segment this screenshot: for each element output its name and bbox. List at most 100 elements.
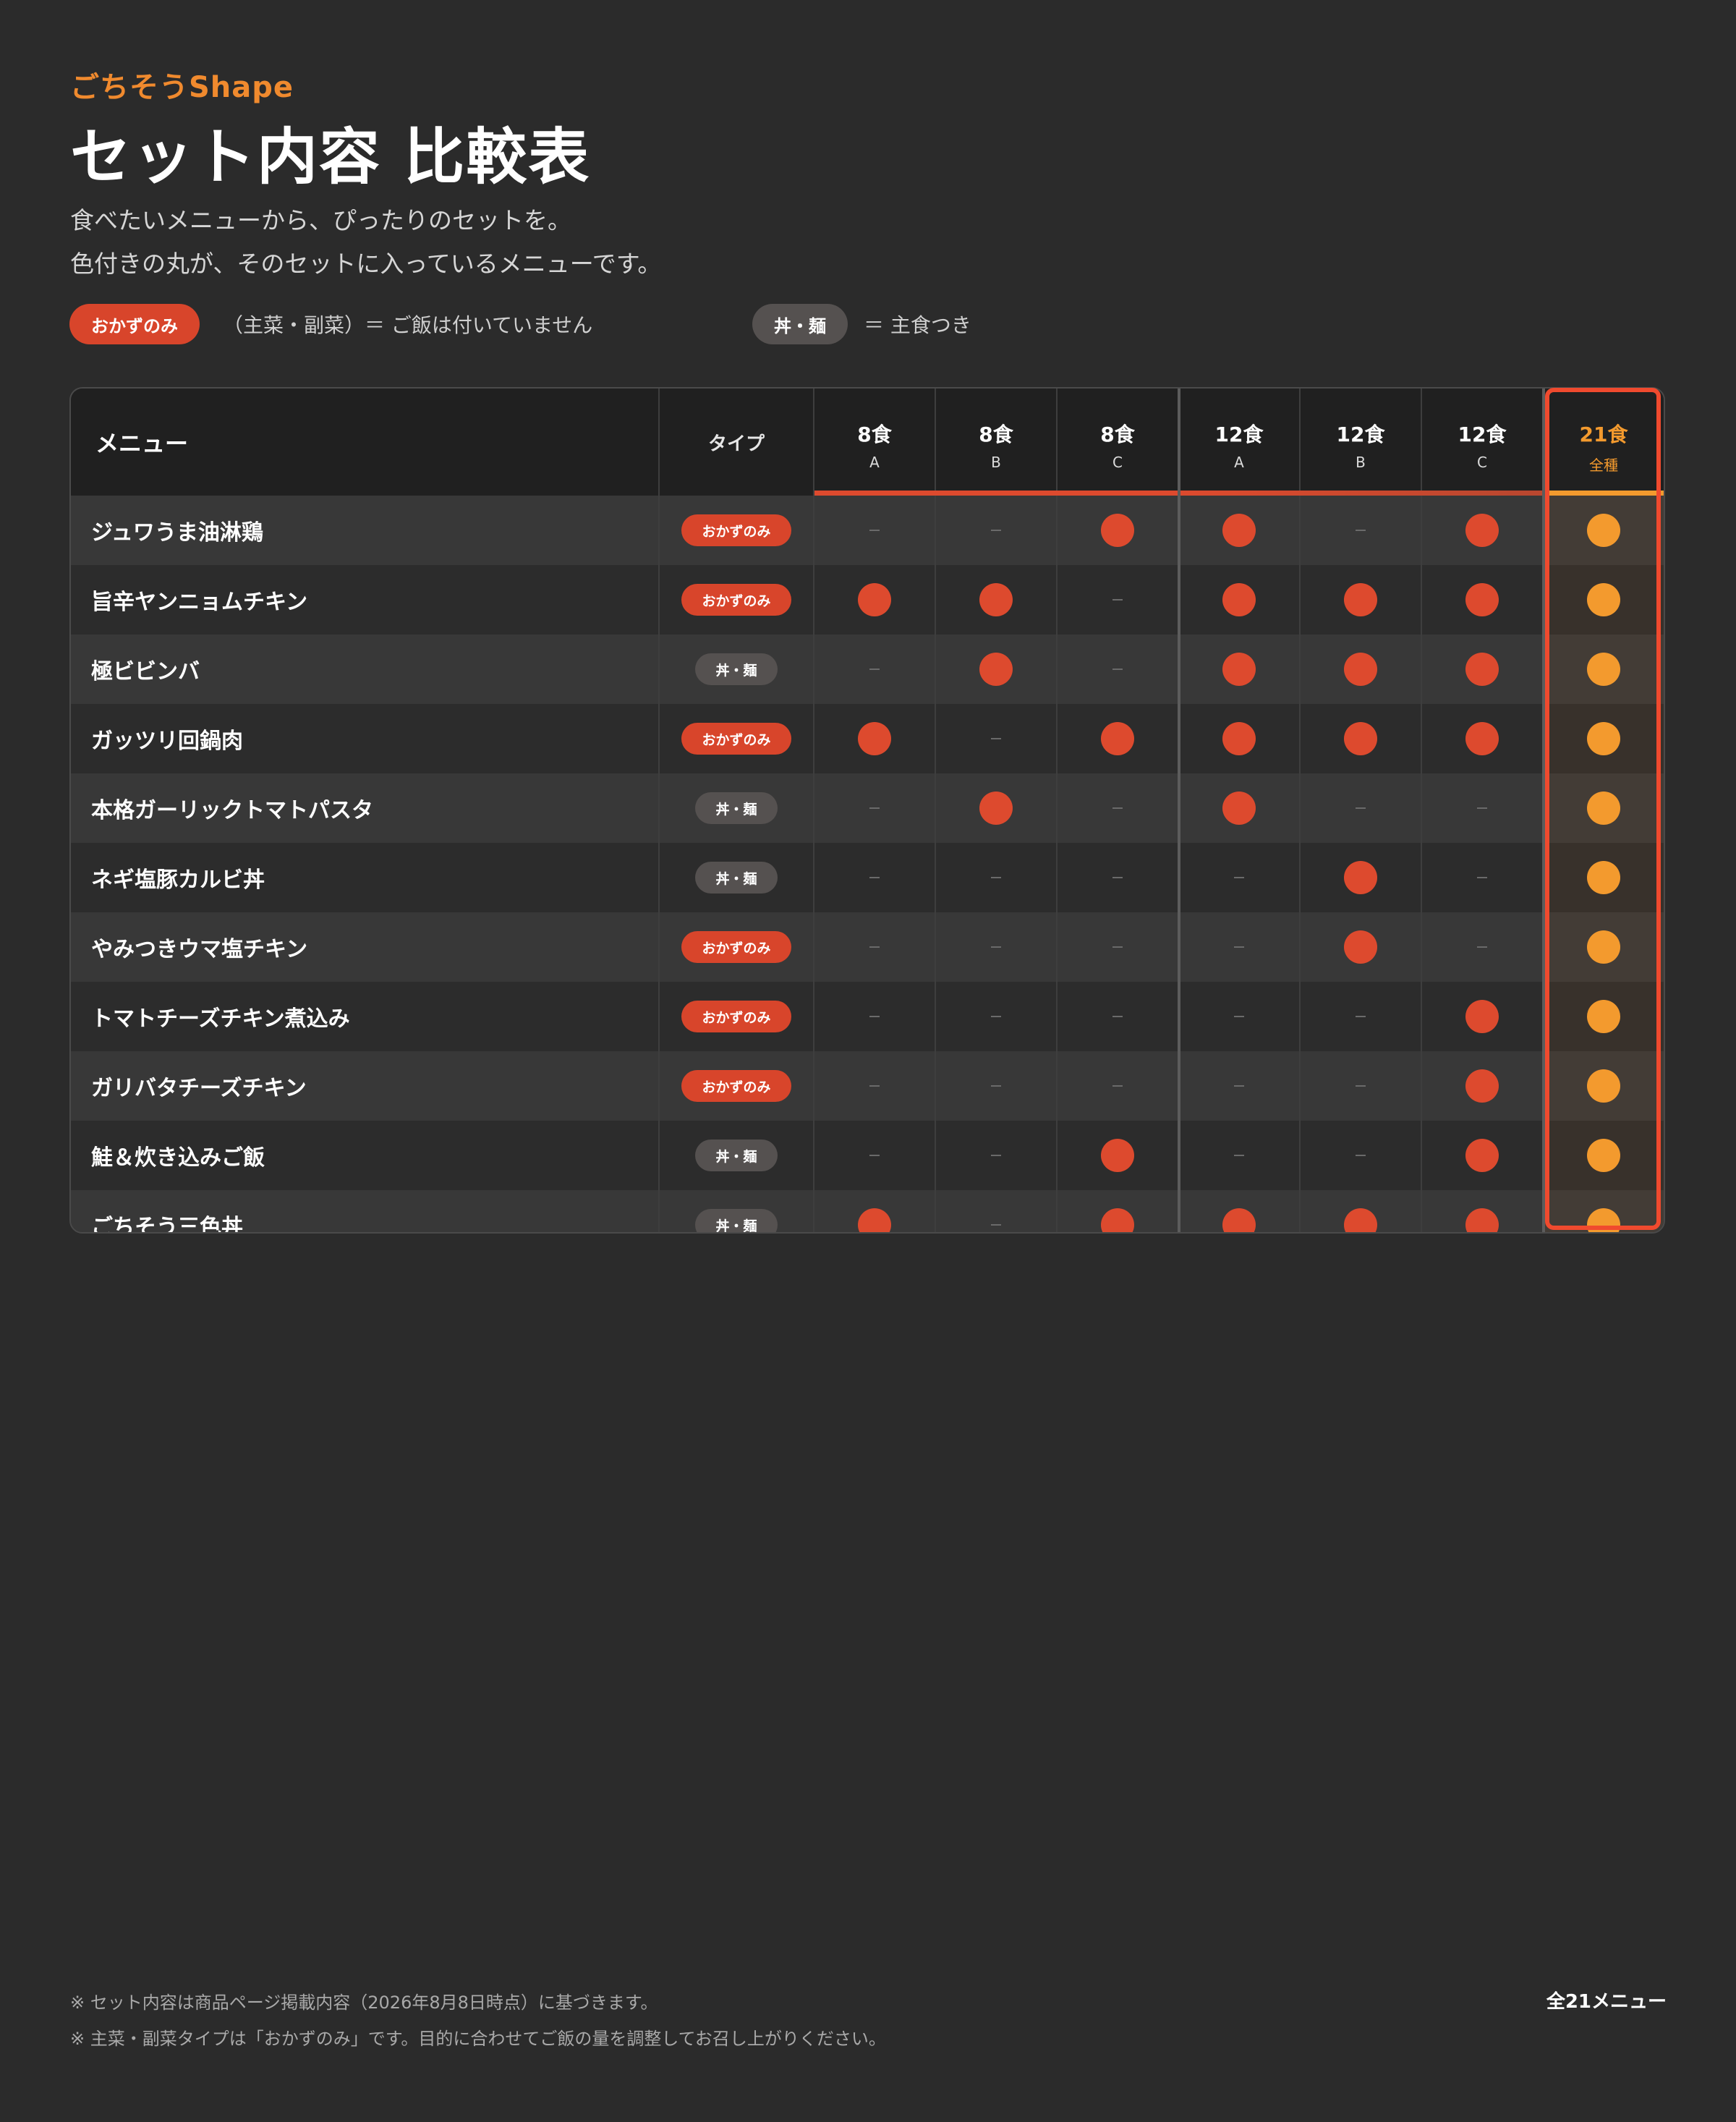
included-dot: [1587, 514, 1620, 547]
not-included-dash: [991, 1155, 1001, 1156]
header-set-size: 12食: [1336, 423, 1385, 446]
set-cell: [1422, 704, 1544, 773]
set-cell: [814, 1190, 936, 1232]
included-dot: [1465, 653, 1499, 686]
page-title: セット内容 比較表: [70, 122, 591, 192]
included-dot: [1587, 1069, 1620, 1103]
header-set-4[interactable]: 12食 A: [1179, 389, 1301, 496]
set-cell: [936, 1051, 1058, 1121]
type-badge-don: 丼・麺: [695, 862, 778, 894]
type-cell: 丼・麺: [660, 635, 814, 704]
header-set-variant: B: [1356, 454, 1366, 471]
header-set-size: 8食: [1100, 423, 1135, 446]
menu-name: トマトチーズチキン煮込み: [71, 982, 660, 1051]
menu-name: やみつきウマ塩チキン: [71, 912, 660, 982]
header-set-3[interactable]: 8食 C: [1058, 389, 1179, 496]
header-set-6[interactable]: 12食 C: [1422, 389, 1544, 496]
included-dot: [1587, 1000, 1620, 1033]
included-dot: [858, 583, 891, 616]
type-cell: おかずのみ: [660, 565, 814, 635]
set-cell: [1544, 1121, 1664, 1190]
header-underline-21: [1544, 491, 1664, 496]
included-dot: [1587, 861, 1620, 894]
type-cell: 丼・麺: [660, 1121, 814, 1190]
set-cell: [1301, 982, 1422, 1051]
included-dot: [1587, 583, 1620, 616]
header-set-1[interactable]: 8食 A: [814, 389, 936, 496]
included-dot: [1465, 1069, 1499, 1103]
header-set-size: 8食: [857, 423, 892, 446]
set-cell: [1422, 635, 1544, 704]
set-cell: [1058, 1190, 1179, 1232]
set-cell: [814, 773, 936, 843]
included-dot: [979, 791, 1013, 825]
set-cell: [1544, 773, 1664, 843]
not-included-dash: [1477, 807, 1487, 809]
menu-total: 全21メニュー: [1546, 1991, 1667, 2013]
header-set-size: 8食: [979, 423, 1013, 446]
type-badge-don: 丼・麺: [695, 1209, 778, 1232]
table-row: トマトチーズチキン煮込み おかずのみ: [71, 982, 1664, 1051]
legend-don-pill: 丼・麺: [752, 304, 848, 344]
not-included-dash: [869, 877, 880, 878]
set-cell: [1058, 565, 1179, 635]
menu-name: ネギ塩豚カルビ丼: [71, 843, 660, 912]
set-cell: [1058, 704, 1179, 773]
legend-don-desc: ＝ 主食つき: [864, 313, 971, 337]
not-included-dash: [991, 1224, 1001, 1226]
set-cell: [1422, 912, 1544, 982]
table-row: 本格ガーリックトマトパスタ 丼・麺: [71, 773, 1664, 843]
included-dot: [979, 653, 1013, 686]
type-badge-okazu: おかずのみ: [681, 584, 791, 616]
not-included-dash: [991, 738, 1001, 739]
header-set-7[interactable]: 21食 全種: [1544, 389, 1664, 496]
set-cell: [936, 773, 1058, 843]
table-header: メニュー タイプ 8食 A 8食 B 8食 C 12食 A 12食 B 12食 C 21食 全種: [71, 389, 1664, 496]
set-cell: [1179, 704, 1301, 773]
not-included-dash: [1234, 877, 1244, 878]
set-cell: [1422, 843, 1544, 912]
type-cell: 丼・麺: [660, 1190, 814, 1232]
not-included-dash: [1477, 877, 1487, 878]
table-row: ガリバタチーズチキン おかずのみ: [71, 1051, 1664, 1121]
set-cell: [1544, 704, 1664, 773]
not-included-dash: [1112, 1085, 1123, 1087]
not-included-dash: [1356, 1085, 1366, 1087]
set-cell: [1301, 1190, 1422, 1232]
header-set-size: 12食: [1214, 423, 1264, 446]
not-included-dash: [1234, 946, 1244, 948]
set-cell: [814, 635, 936, 704]
not-included-dash: [869, 1085, 880, 1087]
header-menu: メニュー: [71, 389, 660, 496]
menu-name: ガリバタチーズチキン: [71, 1051, 660, 1121]
set-cell: [1179, 565, 1301, 635]
set-cell: [814, 912, 936, 982]
included-dot: [979, 583, 1013, 616]
included-dot: [1465, 722, 1499, 755]
group-separator: [1178, 389, 1180, 1232]
set-cell: [936, 704, 1058, 773]
included-dot: [1344, 653, 1377, 686]
included-dot: [1222, 722, 1256, 755]
included-dot: [1587, 653, 1620, 686]
table-row: 極ビビンバ 丼・麺: [71, 635, 1664, 704]
not-included-dash: [869, 807, 880, 809]
header-set-5[interactable]: 12食 B: [1301, 389, 1422, 496]
header-set-2[interactable]: 8食 B: [936, 389, 1058, 496]
menu-name: 旨辛ヤンニョムチキン: [71, 565, 660, 635]
included-dot: [1587, 722, 1620, 755]
set-cell: [1301, 843, 1422, 912]
set-cell: [1301, 912, 1422, 982]
included-dot: [1222, 514, 1256, 547]
included-dot: [1587, 930, 1620, 964]
not-included-dash: [1356, 1155, 1366, 1156]
included-dot: [1344, 583, 1377, 616]
included-dot: [1465, 1208, 1499, 1232]
set-cell: [936, 565, 1058, 635]
set-cell: [814, 1051, 936, 1121]
set-cell: [936, 912, 1058, 982]
set-cell: [1422, 496, 1544, 565]
set-cell: [1301, 1051, 1422, 1121]
header-set-variant: 全種: [1589, 457, 1618, 474]
menu-name: ごちそう三色丼: [71, 1190, 660, 1232]
